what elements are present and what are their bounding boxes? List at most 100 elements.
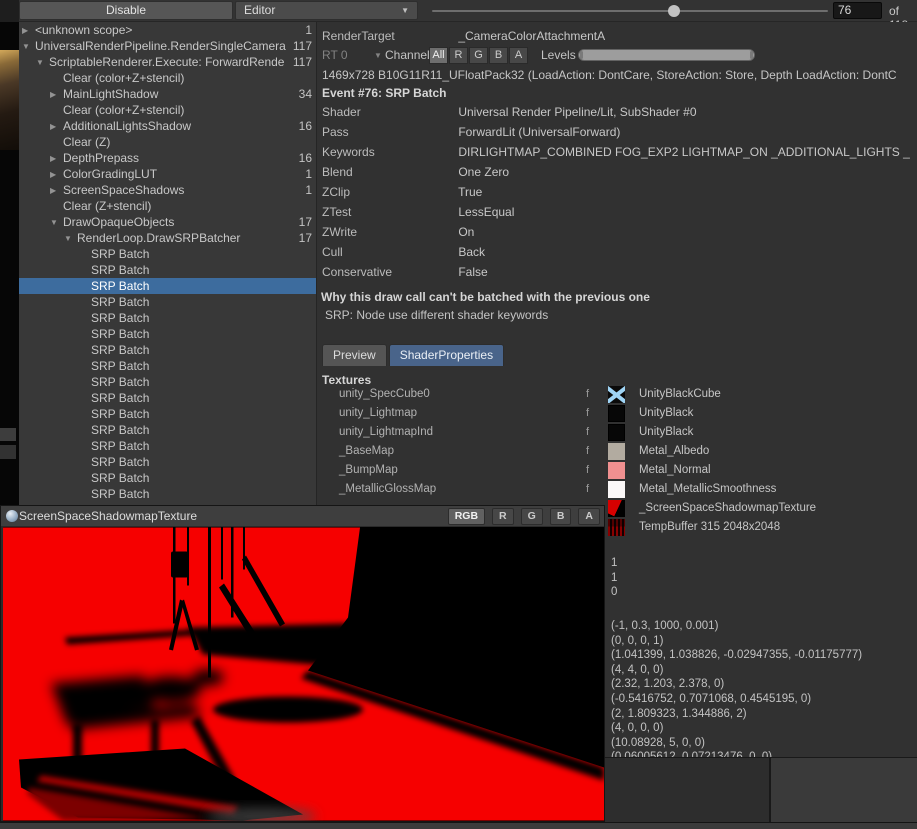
texture-asset-name[interactable]: UnityBlack xyxy=(639,426,693,438)
shader-vector-value: (10.08928, 5, 0, 0) xyxy=(611,736,862,751)
tree-arrow-icon: ▶ xyxy=(50,170,63,179)
event-slider-track[interactable] xyxy=(432,10,828,12)
property-value: False xyxy=(458,265,487,279)
tree-row[interactable]: SRP Batch xyxy=(19,342,316,358)
tree-row[interactable]: SRP Batch xyxy=(19,486,316,502)
property-label: Blend xyxy=(322,165,455,179)
tree-row[interactable]: SRP Batch xyxy=(19,438,316,454)
property-row: ZClip True xyxy=(322,185,914,205)
tree-row-label: SRP Batch xyxy=(91,471,312,485)
texture-asset-name[interactable]: Metal_Normal xyxy=(639,464,711,476)
tree-row[interactable]: ▶ DepthPrepass 16 xyxy=(19,150,316,166)
tree-row[interactable]: SRP Batch xyxy=(19,454,316,470)
disable-button[interactable]: Disable xyxy=(19,1,233,20)
render-target-value: _CameraColorAttachmentA xyxy=(458,29,605,43)
tree-row[interactable]: Clear (color+Z+stencil) xyxy=(19,70,316,86)
texture-swatch[interactable] xyxy=(608,405,625,422)
tree-row[interactable]: SRP Batch xyxy=(19,278,316,294)
tree-row[interactable]: ▶ <unknown scope> 1 xyxy=(19,22,316,38)
tree-row[interactable]: ▶ AdditionalLightsShadow 16 xyxy=(19,118,316,134)
tree-row[interactable]: ▶ MainLightShadow 34 xyxy=(19,86,316,102)
texture-asset-name[interactable]: UnityBlackCube xyxy=(639,388,721,400)
tree-row-label: ScriptableRenderer.Execute: ForwardRende xyxy=(49,55,293,69)
texture-swatch[interactable] xyxy=(608,500,625,517)
tree-row[interactable]: SRP Batch xyxy=(19,310,316,326)
preview-channel-button[interactable]: RGB xyxy=(448,508,485,525)
texture-swatch[interactable] xyxy=(608,443,625,460)
shadowmap-render xyxy=(3,527,604,821)
channel-button[interactable]: R xyxy=(449,47,468,64)
tree-arrow-icon: ▼ xyxy=(22,42,35,51)
levels-range-slider[interactable] xyxy=(578,49,755,61)
tree-row[interactable]: ▶ ScreenSpaceShadows 1 xyxy=(19,182,316,198)
levels-min-handle[interactable] xyxy=(580,51,583,59)
background-editor-panels xyxy=(605,757,917,822)
tree-row[interactable]: SRP Batch xyxy=(19,326,316,342)
tree-row[interactable]: SRP Batch xyxy=(19,294,316,310)
tree-row[interactable]: ▼ RenderLoop.DrawSRPBatcher 17 xyxy=(19,230,316,246)
preview-channel-buttons: RGB R G B A xyxy=(441,508,600,525)
tree-row[interactable]: ▼ ScriptableRenderer.Execute: ForwardRen… xyxy=(19,54,316,70)
tree-row-label: ScreenSpaceShadows xyxy=(63,183,305,197)
tree-row[interactable]: SRP Batch xyxy=(19,246,316,262)
tree-row-label: SRP Batch xyxy=(91,359,312,373)
texture-swatch[interactable] xyxy=(608,481,625,498)
tree-row[interactable]: SRP Batch xyxy=(19,406,316,422)
tree-row-label: SRP Batch xyxy=(91,263,312,277)
channel-button[interactable]: All xyxy=(429,47,448,64)
tree-row[interactable]: SRP Batch xyxy=(19,262,316,278)
channel-buttons: All R G B A xyxy=(429,47,529,64)
property-row: ZTest LessEqual xyxy=(322,205,914,225)
channel-button[interactable]: B xyxy=(489,47,508,64)
target-selector-dropdown[interactable]: Editor ▼ xyxy=(235,1,418,20)
frame-debugger-toolbar: Disable Editor ▼ 76 of 118 xyxy=(0,0,917,22)
texture-swatch[interactable] xyxy=(608,424,625,441)
property-value: DIRLIGHTMAP_COMBINED FOG_EXP2 LIGHTMAP_O… xyxy=(458,145,909,159)
property-value: LessEqual xyxy=(458,205,514,219)
tree-row[interactable]: SRP Batch xyxy=(19,470,316,486)
channel-button[interactable]: G xyxy=(469,47,488,64)
tree-row-label: UniversalRenderPipeline.RenderSingleCame… xyxy=(35,39,293,53)
property-value: Back xyxy=(458,245,485,259)
texture-row: _BumpMap f Metal_Normal xyxy=(317,462,917,481)
texture-swatch[interactable] xyxy=(608,462,625,479)
tree-row[interactable]: ▼ DrawOpaqueObjects 17 xyxy=(19,214,316,230)
preview-channel-button[interactable]: R xyxy=(492,508,514,525)
tree-row[interactable]: Clear (color+Z+stencil) xyxy=(19,102,316,118)
tab[interactable]: ShaderProperties xyxy=(389,344,504,366)
rt-index-dropdown[interactable]: RT 0 xyxy=(322,48,348,62)
tree-row[interactable]: SRP Batch xyxy=(19,374,316,390)
levels-max-handle[interactable] xyxy=(750,51,753,59)
preview-channel-button[interactable]: B xyxy=(550,508,572,525)
tree-row[interactable]: SRP Batch xyxy=(19,422,316,438)
tree-arrow-icon: ▼ xyxy=(36,58,49,67)
texture-asset-name[interactable]: TempBuffer 315 2048x2048 xyxy=(639,521,780,533)
preview-channel-button[interactable]: A xyxy=(578,508,600,525)
texture-row: _BaseMap f Metal_Albedo xyxy=(317,443,917,462)
shader-vector-value: (2.32, 1.203, 2.378, 0) xyxy=(611,677,862,692)
event-slider-thumb[interactable] xyxy=(668,5,680,17)
tree-row-label: <unknown scope> xyxy=(35,23,305,37)
tree-arrow-icon: ▶ xyxy=(22,26,35,35)
event-number-field[interactable]: 76 xyxy=(833,2,882,19)
tree-row[interactable]: ▶ ColorGradingLUT 1 xyxy=(19,166,316,182)
texture-swatch[interactable] xyxy=(608,386,625,403)
tree-row[interactable]: SRP Batch xyxy=(19,358,316,374)
preview-channel-button[interactable]: G xyxy=(521,508,543,525)
texture-flag: f xyxy=(575,407,589,419)
tree-row-count: 117 xyxy=(293,55,312,69)
tree-row[interactable]: SRP Batch xyxy=(19,390,316,406)
tree-row[interactable]: ▼ UniversalRenderPipeline.RenderSingleCa… xyxy=(19,38,316,54)
tree-row-count: 16 xyxy=(299,151,312,165)
texture-asset-name[interactable]: UnityBlack xyxy=(639,407,693,419)
tree-row[interactable]: Clear (Z) xyxy=(19,134,316,150)
tab[interactable]: Preview xyxy=(322,344,387,366)
texture-asset-name[interactable]: Metal_Albedo xyxy=(639,445,709,457)
window-bottom-edge xyxy=(0,822,917,829)
tree-row[interactable]: Clear (Z+stencil) xyxy=(19,198,316,214)
tree-row-label: RenderLoop.DrawSRPBatcher xyxy=(77,231,299,245)
channel-button[interactable]: A xyxy=(509,47,528,64)
texture-swatch[interactable] xyxy=(608,519,625,536)
texture-asset-name[interactable]: Metal_MetallicSmoothness xyxy=(639,483,776,495)
texture-asset-name[interactable]: _ScreenSpaceShadowmapTexture xyxy=(639,502,816,514)
